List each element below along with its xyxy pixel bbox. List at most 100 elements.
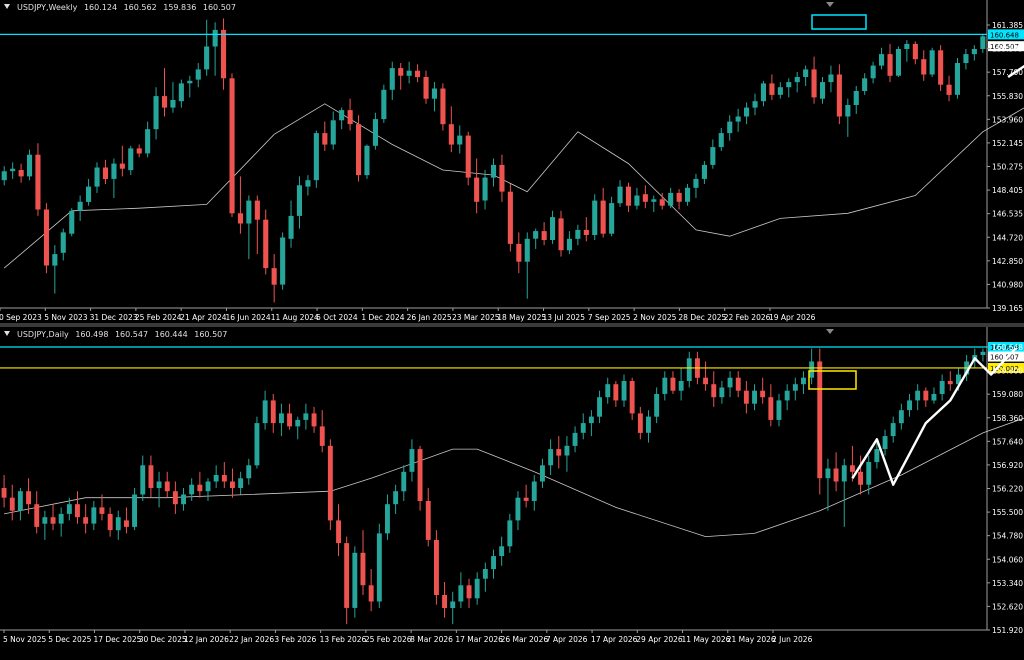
- weekly-candle-body: [204, 46, 210, 70]
- weekly-candle-body: [43, 209, 49, 266]
- daily-candle-body: [686, 358, 692, 381]
- daily-x-tick-label: 3 Feb 2026: [274, 635, 316, 644]
- weekly-candle-body: [431, 88, 437, 99]
- weekly-candle-body: [533, 231, 539, 239]
- daily-chart-header: USDJPY,Daily 160.498 160.547 160.444 160…: [4, 330, 227, 339]
- weekly-candle-body: [803, 69, 809, 77]
- weekly-candle-body: [963, 54, 969, 63]
- daily-candle-body: [254, 423, 260, 466]
- weekly-x-tick-label: 23 Mar 2025: [452, 313, 500, 322]
- daily-candle-body: [401, 471, 407, 492]
- daily-y-tick-label: 154.060: [992, 555, 1023, 564]
- weekly-candle-body: [895, 49, 901, 76]
- daily-candle-body: [874, 449, 880, 463]
- daily-candle-body: [801, 377, 806, 385]
- daily-candle-body: [148, 465, 154, 488]
- daily-candle-body: [768, 397, 774, 420]
- daily-candle-body: [75, 504, 80, 518]
- daily-candle-body: [368, 585, 374, 602]
- weekly-candle-body: [693, 178, 699, 188]
- weekly-candle-body: [811, 69, 817, 98]
- weekly-candle-body: [305, 180, 311, 187]
- daily-candle-body: [833, 468, 839, 482]
- weekly-y-tick-label: 146.535: [992, 210, 1023, 219]
- weekly-candle-body: [10, 168, 16, 172]
- daily-candle-body: [352, 552, 358, 608]
- collapse-triangle-icon[interactable]: [4, 4, 10, 9]
- daily-candle-body: [181, 494, 186, 505]
- weekly-candle-body: [929, 50, 935, 75]
- daily-candle-body: [597, 397, 602, 417]
- weekly-candle-body: [879, 54, 885, 66]
- daily-candle-body: [442, 595, 447, 608]
- daily-candle-body: [450, 601, 456, 608]
- weekly-candle-body: [195, 69, 201, 80]
- daily-candle-body: [907, 400, 912, 411]
- daily-candle-body: [115, 517, 121, 531]
- daily-candle-body: [548, 449, 554, 466]
- daily-high-value: 160.547: [114, 330, 149, 339]
- daily-candle-body: [164, 481, 170, 492]
- daily-candle-body: [482, 569, 488, 579]
- weekly-candle-body: [440, 88, 446, 125]
- weekly-candle-body: [263, 219, 269, 269]
- chart-shift-marker-icon[interactable]: [826, 329, 834, 334]
- daily-candle-body: [221, 475, 227, 482]
- daily-candle-body: [385, 504, 390, 534]
- weekly-candle-body: [128, 148, 134, 171]
- daily-x-tick-label: 17 Apr 2026: [591, 635, 638, 644]
- daily-candle-body: [205, 481, 211, 492]
- weekly-y-tick-label: 159.575: [992, 45, 1023, 54]
- weekly-candle-body: [836, 74, 842, 117]
- weekly-candle-body: [136, 148, 142, 154]
- chart-shift-marker-icon[interactable]: [826, 2, 834, 7]
- weekly-candle-body: [313, 133, 319, 181]
- weekly-x-tick-label: 1 Dec 2024: [361, 313, 404, 322]
- weekly-y-tick-label: 153.960: [992, 115, 1023, 124]
- daily-x-tick-label: 11 May 2026: [682, 635, 731, 644]
- weekly-chart-panel[interactable]: 160.648 160.507 161.385 159.575 157.700 155.8…: [0, 0, 1024, 323]
- weekly-chart-svg[interactable]: 160.648160.507161.385159.575157.700155.8…: [0, 0, 1024, 323]
- daily-candle-body: [458, 585, 464, 602]
- weekly-candle-body: [980, 36, 986, 49]
- daily-chart-panel[interactable]: 160.648 160.002 160.507 160.648 159.800 159.0…: [0, 327, 1024, 656]
- daily-candle-body: [91, 507, 97, 524]
- weekly-candle-body: [398, 68, 404, 76]
- daily-candle-body: [531, 481, 537, 501]
- weekly-candle-body: [786, 82, 792, 88]
- weekly-target-box-annotation: [811, 14, 867, 30]
- weekly-candle-body: [853, 91, 859, 105]
- weekly-x-tick-label: 28 Dec 2025: [678, 313, 726, 322]
- weekly-candle-body: [642, 194, 648, 202]
- daily-candle-body: [238, 478, 244, 488]
- daily-x-tick-label: 5 Dec 2025: [48, 635, 91, 644]
- daily-x-tick-label: 29 Apr 2026: [636, 635, 683, 644]
- weekly-candle-body: [212, 29, 218, 47]
- daily-candle-body: [270, 400, 276, 424]
- daily-y-tick-label: 160.648: [992, 343, 1023, 352]
- collapse-triangle-icon[interactable]: [4, 331, 10, 336]
- weekly-x-tick-label: 31 Dec 2023: [90, 313, 138, 322]
- weekly-candle-body: [760, 83, 766, 102]
- daily-y-tick-label: 152.620: [992, 602, 1023, 611]
- weekly-candle-body: [685, 187, 691, 202]
- weekly-candle-body: [845, 105, 851, 117]
- weekly-candle-body: [77, 201, 83, 211]
- daily-moving-average-line: [4, 417, 1024, 538]
- daily-candle-body: [58, 513, 64, 524]
- weekly-candle-body: [322, 133, 328, 145]
- weekly-candle-body: [954, 63, 960, 95]
- weekly-close-value: 160.507: [202, 3, 236, 12]
- weekly-candle-body: [634, 195, 640, 206]
- weekly-high-value: 160.562: [123, 3, 157, 12]
- weekly-y-tick-label: 161.385: [992, 21, 1023, 30]
- weekly-candle-body: [296, 185, 302, 216]
- daily-candle-body: [17, 491, 23, 511]
- daily-candle-body: [882, 436, 888, 450]
- daily-candle-body: [50, 517, 56, 524]
- daily-candle-body: [980, 351, 986, 355]
- daily-chart-svg[interactable]: 160.648160.002160.507160.648159.800159.0…: [0, 327, 1024, 656]
- daily-candle-body: [784, 390, 790, 401]
- daily-candle-body: [743, 390, 749, 404]
- weekly-candle-body: [524, 238, 530, 262]
